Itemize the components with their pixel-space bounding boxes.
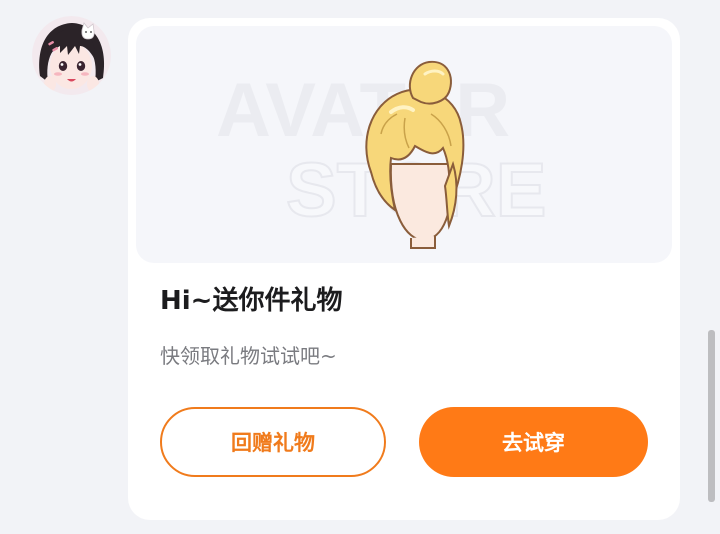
card-subtitle: 快领取礼物试试吧~ — [160, 344, 337, 368]
scrollbar-thumb[interactable] — [708, 330, 715, 502]
blonde-bun-hairstyle-icon — [365, 60, 465, 249]
try-on-button-label: 去试穿 — [502, 431, 565, 455]
gift-card: AVATAR STORE Hi~送你件礼物 快领取礼物试试吧~ 回赠礼物 去试穿 — [128, 18, 680, 520]
try-on-button[interactable]: 去试穿 — [419, 407, 648, 477]
gift-banner: AVATAR STORE — [136, 26, 672, 263]
anime-girl-avatar-icon — [32, 16, 111, 95]
card-title: Hi~送你件礼物 — [160, 286, 343, 316]
user-avatar[interactable] — [32, 16, 111, 95]
gift-back-button-label: 回赠礼物 — [231, 431, 315, 455]
gift-back-button[interactable]: 回赠礼物 — [160, 407, 386, 477]
